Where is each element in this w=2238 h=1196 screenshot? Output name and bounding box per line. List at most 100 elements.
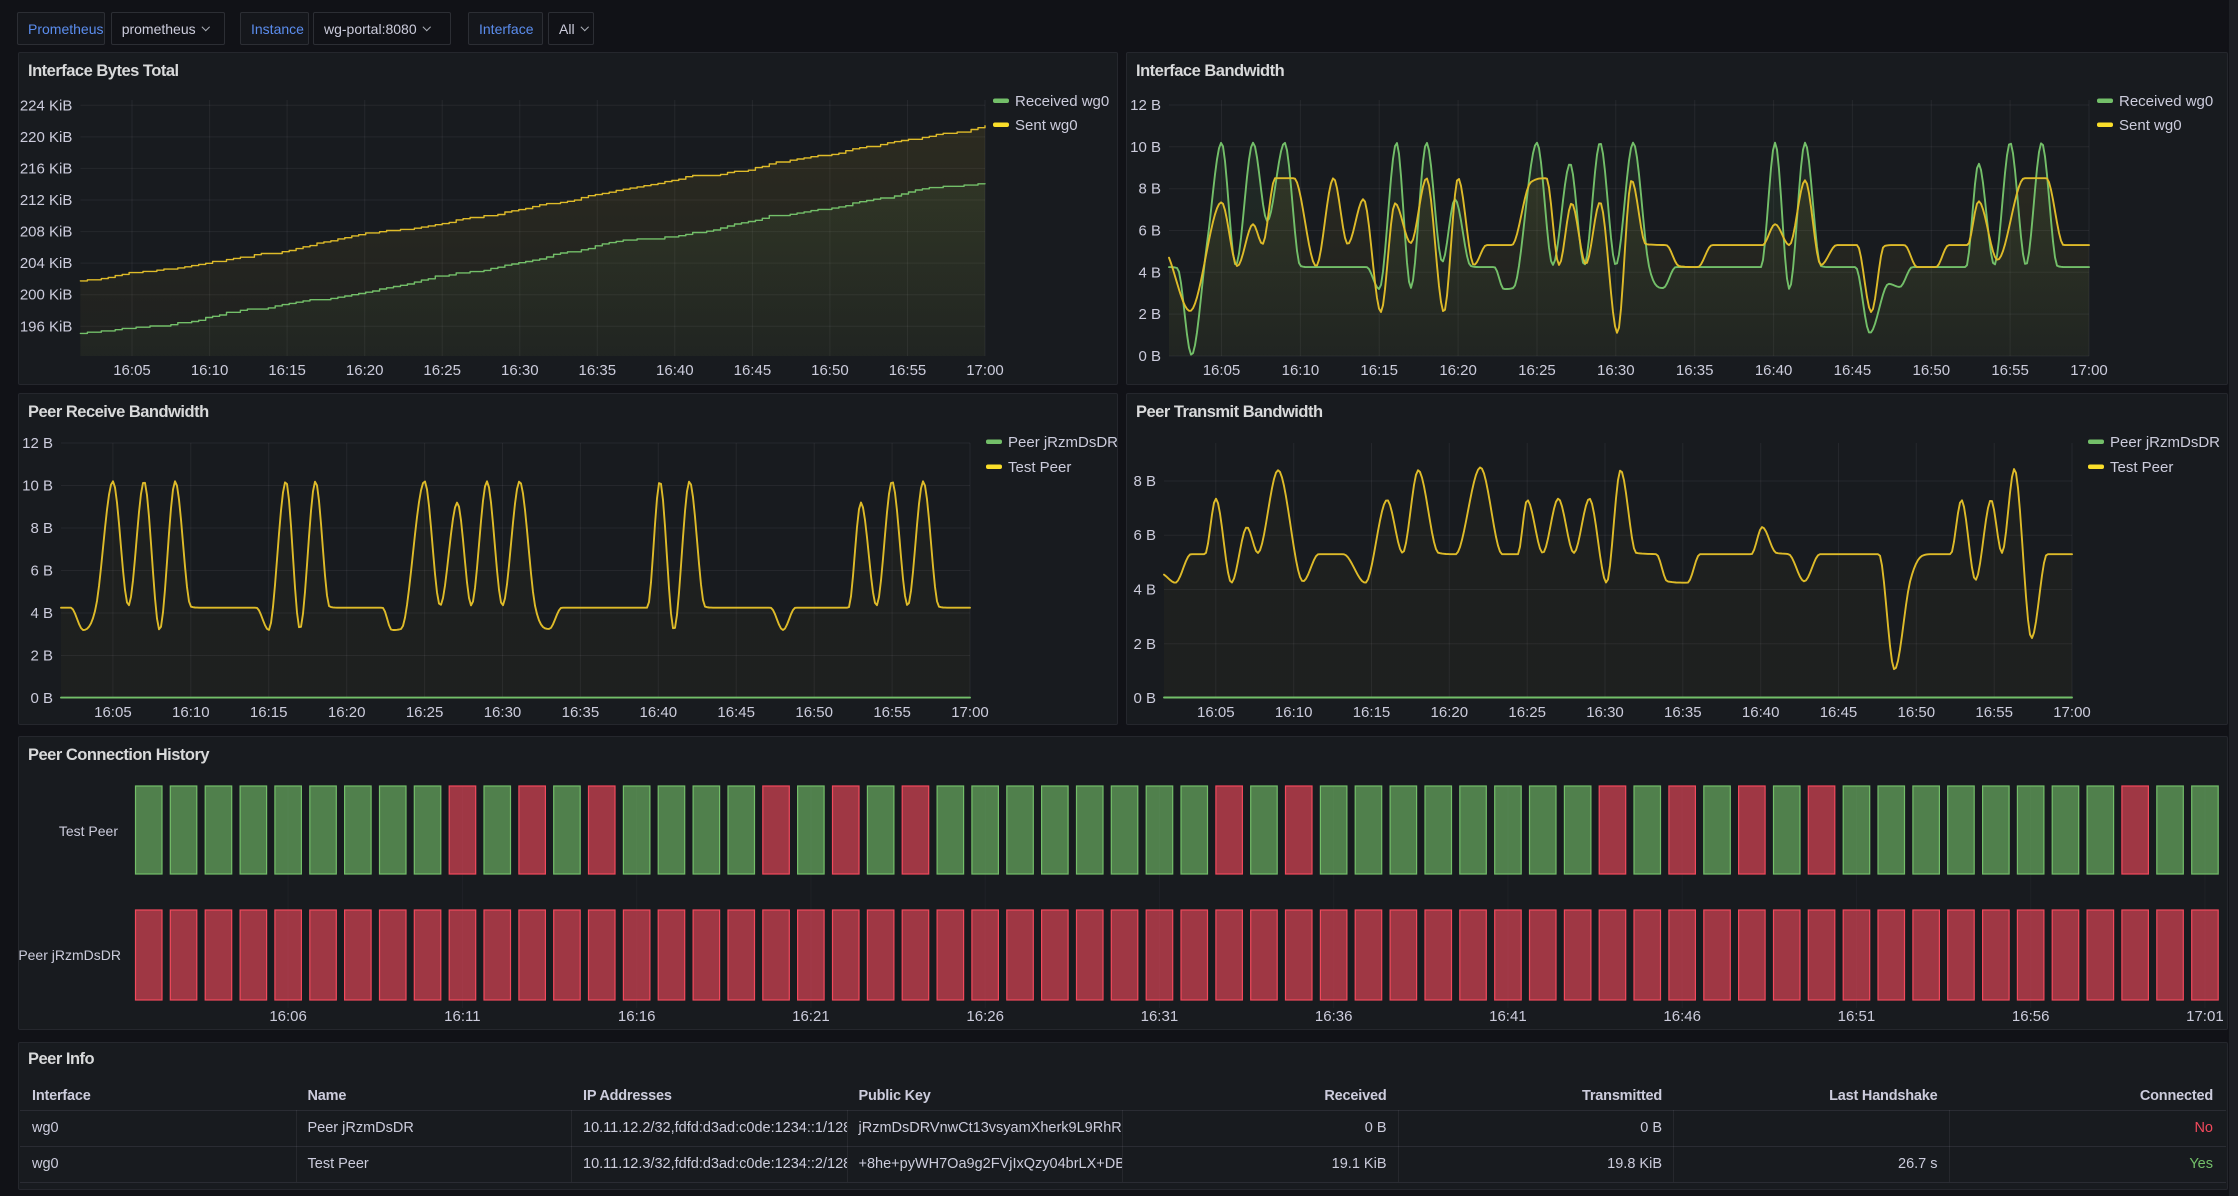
svg-text:16:45: 16:45 bbox=[1820, 704, 1858, 721]
svg-text:16:20: 16:20 bbox=[346, 362, 384, 379]
svg-text:Received wg0: Received wg0 bbox=[2119, 93, 2213, 110]
svg-text:16:40: 16:40 bbox=[1755, 362, 1793, 379]
svg-text:16:25: 16:25 bbox=[423, 362, 461, 379]
svg-text:Peer Transmit Bandwidth: Peer Transmit Bandwidth bbox=[1136, 403, 1323, 421]
svg-text:17:00: 17:00 bbox=[2070, 362, 2108, 379]
svg-text:16:41: 16:41 bbox=[1489, 1008, 1527, 1025]
svg-text:0 B: 0 B bbox=[1133, 690, 1156, 707]
svg-text:16:15: 16:15 bbox=[268, 362, 306, 379]
svg-text:220 KiB: 220 KiB bbox=[20, 129, 73, 146]
svg-text:16:16: 16:16 bbox=[618, 1008, 656, 1025]
svg-text:16:05: 16:05 bbox=[113, 362, 151, 379]
svg-text:6 B: 6 B bbox=[1138, 223, 1161, 240]
svg-text:196 KiB: 196 KiB bbox=[20, 318, 73, 335]
svg-text:16:30: 16:30 bbox=[1586, 704, 1624, 721]
svg-text:16:45: 16:45 bbox=[734, 362, 772, 379]
svg-text:16:21: 16:21 bbox=[792, 1008, 830, 1025]
svg-text:16:15: 16:15 bbox=[250, 704, 288, 721]
svg-text:10 B: 10 B bbox=[1130, 139, 1161, 156]
svg-text:208 KiB: 208 KiB bbox=[20, 224, 73, 241]
svg-text:2 B: 2 B bbox=[30, 648, 53, 665]
svg-text:16:05: 16:05 bbox=[1197, 704, 1235, 721]
svg-text:16:15: 16:15 bbox=[1360, 362, 1398, 379]
svg-text:16:55: 16:55 bbox=[1991, 362, 2029, 379]
svg-text:16:30: 16:30 bbox=[1597, 362, 1635, 379]
svg-text:Peer Receive Bandwidth: Peer Receive Bandwidth bbox=[28, 403, 209, 421]
svg-text:4 B: 4 B bbox=[30, 605, 53, 622]
svg-text:Test Peer: Test Peer bbox=[1008, 459, 1071, 476]
svg-text:16:06: 16:06 bbox=[269, 1008, 307, 1025]
svg-text:12 B: 12 B bbox=[22, 435, 53, 452]
svg-text:16:10: 16:10 bbox=[172, 704, 210, 721]
svg-text:16:55: 16:55 bbox=[873, 704, 911, 721]
svg-text:16:10: 16:10 bbox=[1282, 362, 1320, 379]
svg-text:204 KiB: 204 KiB bbox=[20, 255, 73, 272]
svg-text:16:46: 16:46 bbox=[1663, 1008, 1701, 1025]
svg-text:16:40: 16:40 bbox=[656, 362, 694, 379]
svg-text:16:31: 16:31 bbox=[1141, 1008, 1179, 1025]
svg-text:12 B: 12 B bbox=[1130, 97, 1161, 114]
svg-text:10 B: 10 B bbox=[22, 478, 53, 495]
svg-text:16:35: 16:35 bbox=[1676, 362, 1714, 379]
svg-text:4 B: 4 B bbox=[1133, 582, 1156, 599]
svg-text:224 KiB: 224 KiB bbox=[20, 97, 73, 114]
svg-text:17:01: 17:01 bbox=[2186, 1008, 2224, 1025]
svg-text:16:10: 16:10 bbox=[191, 362, 229, 379]
svg-text:16:50: 16:50 bbox=[1913, 362, 1951, 379]
svg-text:8 B: 8 B bbox=[1138, 181, 1161, 198]
svg-text:16:05: 16:05 bbox=[94, 704, 132, 721]
svg-text:16:45: 16:45 bbox=[1834, 362, 1872, 379]
svg-text:Sent wg0: Sent wg0 bbox=[1015, 117, 1078, 134]
svg-text:8 B: 8 B bbox=[30, 520, 53, 537]
svg-text:16:30: 16:30 bbox=[484, 704, 522, 721]
svg-text:16:35: 16:35 bbox=[1664, 704, 1702, 721]
svg-text:0 B: 0 B bbox=[1138, 348, 1161, 365]
svg-text:17:00: 17:00 bbox=[951, 704, 989, 721]
svg-text:Peer jRzmDsDR: Peer jRzmDsDR bbox=[18, 947, 121, 963]
svg-text:Test Peer: Test Peer bbox=[59, 823, 118, 839]
svg-text:16:36: 16:36 bbox=[1315, 1008, 1353, 1025]
svg-text:Interface Bytes Total: Interface Bytes Total bbox=[28, 62, 179, 80]
svg-text:Received wg0: Received wg0 bbox=[1015, 93, 1109, 110]
svg-text:16:45: 16:45 bbox=[717, 704, 755, 721]
svg-text:6 B: 6 B bbox=[30, 563, 53, 580]
svg-text:4 B: 4 B bbox=[1138, 264, 1161, 281]
svg-text:212 KiB: 212 KiB bbox=[20, 192, 73, 209]
svg-text:16:50: 16:50 bbox=[811, 362, 849, 379]
svg-text:16:30: 16:30 bbox=[501, 362, 539, 379]
svg-text:Peer jRzmDsDR: Peer jRzmDsDR bbox=[1008, 434, 1118, 451]
svg-text:16:35: 16:35 bbox=[562, 704, 600, 721]
svg-text:Test Peer: Test Peer bbox=[2110, 459, 2173, 476]
svg-text:16:55: 16:55 bbox=[1975, 704, 2013, 721]
svg-text:16:50: 16:50 bbox=[795, 704, 833, 721]
svg-text:16:11: 16:11 bbox=[444, 1008, 480, 1025]
svg-text:17:00: 17:00 bbox=[966, 362, 1004, 379]
svg-text:16:35: 16:35 bbox=[579, 362, 617, 379]
svg-text:Peer jRzmDsDR: Peer jRzmDsDR bbox=[2110, 434, 2220, 451]
svg-text:16:20: 16:20 bbox=[1431, 704, 1469, 721]
svg-text:16:40: 16:40 bbox=[640, 704, 678, 721]
svg-text:16:25: 16:25 bbox=[1518, 362, 1556, 379]
svg-text:216 KiB: 216 KiB bbox=[20, 160, 73, 177]
svg-text:16:25: 16:25 bbox=[1508, 704, 1546, 721]
svg-text:200 KiB: 200 KiB bbox=[20, 287, 73, 304]
svg-text:16:15: 16:15 bbox=[1353, 704, 1391, 721]
svg-text:16:26: 16:26 bbox=[966, 1008, 1004, 1025]
svg-text:2 B: 2 B bbox=[1138, 306, 1161, 323]
svg-text:16:55: 16:55 bbox=[889, 362, 927, 379]
svg-text:16:05: 16:05 bbox=[1203, 362, 1241, 379]
svg-text:0 B: 0 B bbox=[30, 690, 53, 707]
svg-text:2 B: 2 B bbox=[1133, 636, 1156, 653]
svg-text:Peer Connection History: Peer Connection History bbox=[28, 746, 210, 764]
svg-text:8 B: 8 B bbox=[1133, 473, 1156, 490]
svg-text:6 B: 6 B bbox=[1133, 527, 1156, 544]
svg-text:Interface Bandwidth: Interface Bandwidth bbox=[1136, 62, 1285, 80]
svg-text:16:20: 16:20 bbox=[328, 704, 366, 721]
svg-text:16:40: 16:40 bbox=[1742, 704, 1780, 721]
svg-text:16:50: 16:50 bbox=[1898, 704, 1936, 721]
svg-text:16:25: 16:25 bbox=[406, 704, 444, 721]
svg-text:17:00: 17:00 bbox=[2053, 704, 2091, 721]
svg-text:16:10: 16:10 bbox=[1275, 704, 1313, 721]
svg-text:Sent wg0: Sent wg0 bbox=[2119, 117, 2182, 134]
svg-text:16:56: 16:56 bbox=[2012, 1008, 2050, 1025]
